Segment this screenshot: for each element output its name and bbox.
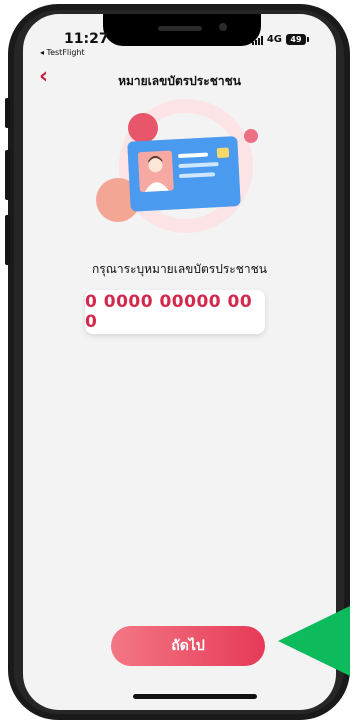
- id-number-input[interactable]: 0 0000 00000 00 0: [85, 290, 265, 334]
- next-button[interactable]: ถัดไป: [111, 626, 265, 666]
- id-card: [127, 136, 241, 212]
- volume-down-button: [5, 215, 10, 265]
- pointer-arrow-icon: [278, 606, 350, 676]
- id-prompt-label: กรุณาระบุหมายเลขบัตรประชาชน: [92, 262, 267, 276]
- decor-circle-pink: [128, 113, 158, 143]
- id-card-illustration: [96, 99, 258, 233]
- decor-circle-small: [244, 129, 258, 143]
- card-chip: [216, 147, 230, 158]
- silent-switch: [5, 98, 10, 128]
- volume-up-button: [5, 150, 10, 200]
- home-indicator: [133, 694, 257, 699]
